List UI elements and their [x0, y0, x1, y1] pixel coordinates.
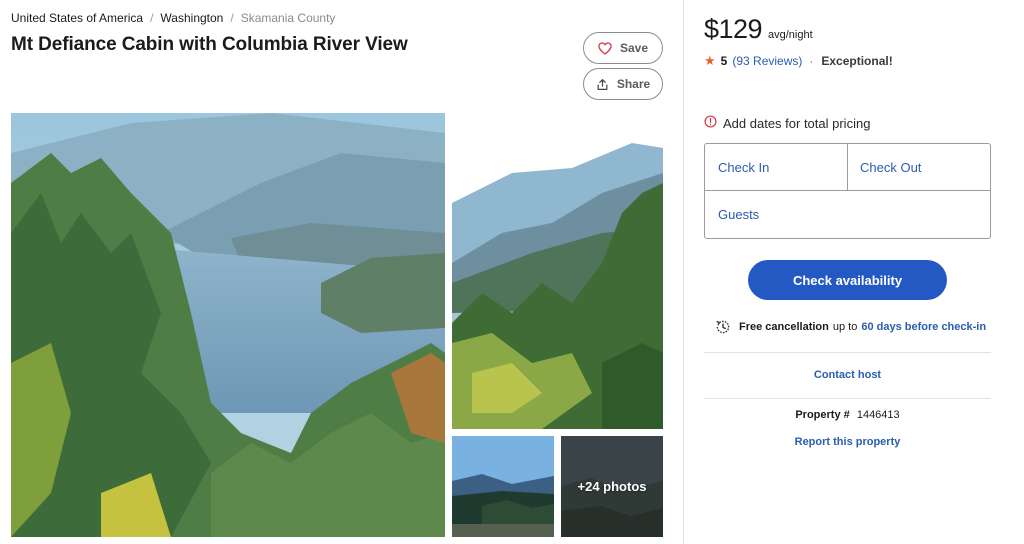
guests-field[interactable]: Guests	[705, 191, 990, 238]
report-property-link[interactable]: Report this property	[704, 436, 991, 448]
breadcrumb-item-country[interactable]: United States of America	[11, 11, 143, 25]
divider	[704, 352, 991, 353]
more-photos-count: +24 photos	[577, 479, 647, 494]
history-icon	[714, 318, 732, 336]
price: $129	[704, 14, 763, 44]
rating-separator: ·	[809, 54, 814, 68]
contact-host-link[interactable]: Contact host	[704, 369, 991, 381]
rating-label: Exceptional!	[821, 54, 893, 68]
cancellation-policy: Free cancellation up to 60 days before c…	[714, 318, 986, 336]
save-label: Save	[619, 41, 649, 55]
check-in-field[interactable]: Check In	[705, 144, 848, 191]
pricing-notice-text: Add dates for total pricing	[723, 115, 871, 131]
breadcrumb-item-county: Skamania County	[240, 11, 336, 25]
cancellation-strong: Free cancellation	[739, 321, 829, 333]
rating-summary: ★ 5 (93 Reviews) · Exceptional!	[704, 53, 893, 69]
gallery-more-photos[interactable]: +24 photos	[561, 436, 663, 537]
check-availability-button[interactable]: Check availability	[748, 260, 947, 300]
share-icon	[596, 78, 609, 91]
property-number-label: Property #	[795, 409, 850, 421]
page-title: Mt Defiance Cabin with Columbia River Vi…	[11, 34, 408, 55]
share-label: Share	[616, 77, 651, 91]
gallery-photo-thumb[interactable]	[452, 436, 554, 537]
booking-form: Check In Check Out Guests	[704, 143, 991, 239]
cancellation-link[interactable]: 60 days before check-in	[861, 321, 986, 333]
price-unit: avg/night	[768, 29, 813, 41]
share-button[interactable]: Share	[583, 68, 663, 100]
alert-circle-icon	[704, 115, 717, 131]
property-number-value: 1446413	[856, 409, 900, 421]
property-number: Property # 1446413	[704, 409, 991, 421]
breadcrumb: United States of America / Washington / …	[11, 11, 335, 25]
rating-score: 5	[720, 54, 728, 68]
divider	[704, 398, 991, 399]
breadcrumb-item-state[interactable]: Washington	[160, 11, 223, 25]
pricing-notice: Add dates for total pricing	[704, 115, 870, 131]
column-divider	[683, 0, 684, 544]
breadcrumb-separator: /	[150, 11, 154, 25]
heart-icon	[598, 41, 612, 55]
cancellation-middle: up to	[832, 321, 858, 333]
check-out-field[interactable]: Check Out	[848, 144, 990, 191]
breadcrumb-separator: /	[230, 11, 234, 25]
gallery-photo-secondary[interactable]	[452, 113, 663, 429]
star-icon: ★	[704, 53, 716, 68]
save-button[interactable]: Save	[583, 32, 663, 64]
reviews-link[interactable]: (93 Reviews)	[732, 54, 802, 68]
main-photo[interactable]	[11, 113, 445, 537]
